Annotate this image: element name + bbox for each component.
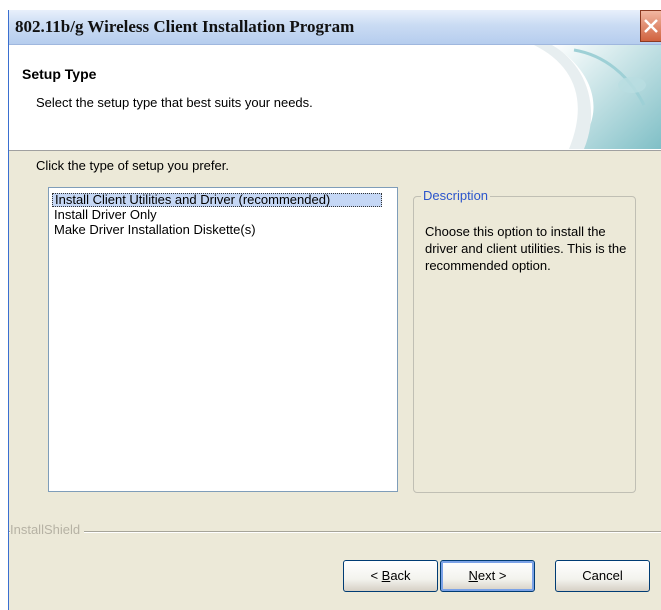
installer-dialog: 802.11b/g Wireless Client Installation P…: [8, 10, 661, 610]
close-button[interactable]: [640, 10, 661, 42]
setup-option-make-diskette[interactable]: Make Driver Installation Diskette(s): [52, 223, 382, 237]
back-button-prefix: <: [370, 568, 382, 583]
next-button-mnemonic: N: [468, 568, 478, 583]
page-subtitle: Select the setup type that best suits yo…: [36, 95, 313, 110]
back-button-label: ack: [390, 568, 411, 583]
setup-option-driver-only[interactable]: Install Driver Only: [52, 208, 382, 222]
installshield-brand: InstallShield: [10, 522, 85, 537]
title-bar[interactable]: 802.11b/g Wireless Client Installation P…: [9, 10, 661, 45]
installer-banner-art: [534, 45, 661, 149]
window-title: 802.11b/g Wireless Client Installation P…: [15, 17, 355, 36]
setup-type-list[interactable]: Install Client Utilities and Driver (rec…: [48, 187, 398, 492]
next-button[interactable]: Next >: [440, 560, 535, 592]
next-button-label: ext >: [477, 568, 507, 583]
description-text: Choose this option to install the driver…: [425, 224, 627, 273]
page-title: Setup Type: [22, 66, 97, 82]
description-legend: Description: [421, 188, 491, 203]
close-icon: [644, 19, 658, 33]
footer-divider: [9, 531, 661, 533]
wizard-header: Setup Type Select the setup type that be…: [9, 45, 661, 151]
setup-option-client-and-driver[interactable]: Install Client Utilities and Driver (rec…: [52, 193, 382, 207]
description-group: Description Choose this option to instal…: [413, 188, 636, 493]
cancel-button[interactable]: Cancel: [555, 560, 650, 592]
back-button[interactable]: < Back: [343, 560, 438, 592]
setup-prompt: Click the type of setup you prefer.: [36, 158, 229, 173]
